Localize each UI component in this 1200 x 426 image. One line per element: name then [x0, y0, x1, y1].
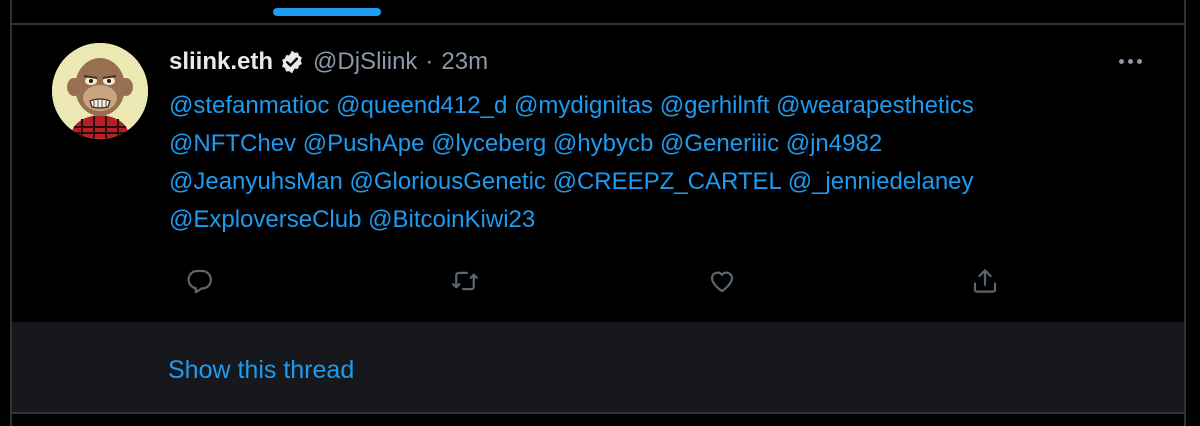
retweet-button[interactable]: [447, 263, 483, 299]
tweet-card[interactable]: sliink.eth @DjSliink · 23m @stefanmatioc…: [12, 25, 1184, 321]
mention-link[interactable]: @NFTChev: [169, 130, 296, 157]
active-tab-indicator: [273, 8, 381, 16]
mention-link[interactable]: @PushApe: [303, 130, 425, 157]
avatar[interactable]: [52, 43, 148, 139]
mention-link[interactable]: @_jenniedelaney: [788, 168, 974, 195]
heart-icon: [710, 271, 734, 293]
mention-link[interactable]: @mydignitas: [514, 92, 653, 119]
mention-link[interactable]: @GloriousGenetic: [349, 168, 545, 195]
verified-badge-icon: [282, 50, 302, 74]
mention-link[interactable]: @JeanyuhsMan: [169, 168, 343, 195]
handle[interactable]: @DjSliink: [313, 48, 417, 76]
retweet-icon: [452, 271, 478, 291]
mention-link[interactable]: @stefanmatioc: [169, 92, 329, 119]
mention-link[interactable]: @jn4982: [786, 130, 882, 157]
separator: ·: [425, 48, 434, 75]
share-icon: [973, 269, 997, 293]
mention-link[interactable]: @wearapesthetics: [776, 92, 974, 119]
action-bar: [169, 263, 1029, 299]
reply-icon: [187, 269, 212, 294]
mention-link[interactable]: @ExploverseClub: [169, 206, 361, 233]
mention-link[interactable]: @CREEPZ_CARTEL: [553, 168, 781, 195]
like-button[interactable]: [704, 263, 740, 299]
timestamp[interactable]: 23m: [441, 48, 488, 76]
mention-link[interactable]: @BitcoinKiwi23: [368, 206, 535, 233]
divider: [12, 412, 1184, 414]
mention-link[interactable]: @lyceberg: [431, 130, 546, 157]
mention-link[interactable]: @queend412_d: [336, 92, 507, 119]
tweet-header: sliink.eth @DjSliink · 23m: [169, 47, 488, 77]
share-button[interactable]: [967, 263, 1003, 299]
show-thread-link[interactable]: Show this thread: [168, 356, 354, 385]
tweet-text: @stefanmatioc @queend412_d @mydignitas @…: [169, 87, 1159, 239]
mention-link[interactable]: @Generiiic: [660, 130, 779, 157]
reply-button[interactable]: [181, 263, 217, 299]
ape-avatar-image: [52, 43, 148, 139]
mention-link[interactable]: @hybycb: [553, 130, 653, 157]
more-icon[interactable]: [1112, 49, 1148, 73]
mention-link[interactable]: @gerhilnft: [660, 92, 770, 119]
show-thread-panel[interactable]: Show this thread: [12, 322, 1184, 412]
display-name[interactable]: sliink.eth: [169, 48, 273, 76]
